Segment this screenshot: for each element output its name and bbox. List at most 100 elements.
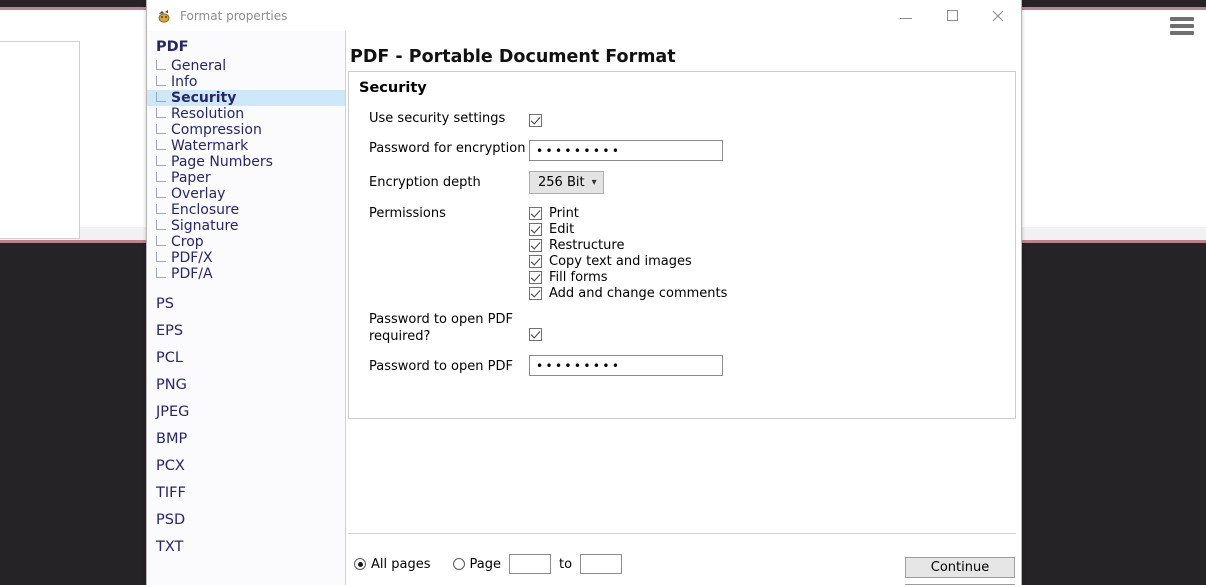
sidebar-item-eps[interactable]: EPS [147,317,345,344]
permission-edit-checkbox[interactable] [529,222,542,236]
sidebar-item-paper[interactable]: Paper [147,170,345,186]
permissions-label: Permissions [369,206,446,221]
format-properties-dialog: Format properties PDF General Info Secur… [146,0,1022,585]
close-icon [992,10,1004,21]
sidebar-item-enclosure[interactable]: Enclosure [147,202,345,218]
use-security-label: Use security settings [369,111,506,126]
page-label: Page [469,556,501,572]
sidebar-item-compression[interactable]: Compression [147,122,345,138]
dialog-action-buttons: Continue Cancel [905,557,1015,585]
encryption-depth-select[interactable]: 256 Bit ▾ [529,171,604,194]
permission-label: Fill forms [549,269,608,285]
close-button[interactable] [975,0,1021,31]
sidebar-item-security[interactable]: Security [147,90,345,106]
sidebar-item-ps[interactable]: PS [147,290,345,317]
footer-divider [348,533,1016,534]
sidebar-item-crop[interactable]: Crop [147,234,345,250]
sidebar-item-txt[interactable]: TXT [147,533,345,560]
page-range-row: All pages Page to [354,554,623,574]
tree-branch-icon [156,235,166,246]
sidebar-item-label: General [171,58,227,74]
all-pages-label: All pages [371,556,431,572]
password-open-control: ••••••••• [529,355,1015,376]
permission-print[interactable]: Print [529,205,1015,221]
sidebar-item-watermark[interactable]: Watermark [147,138,345,154]
password-open-required-checkbox[interactable] [529,328,542,341]
sidebar-item-label: Signature [171,218,239,234]
password-encryption-label: Password for encryption [369,141,526,156]
password-open-required-label: Password to open PDF required? [369,312,513,344]
sidebar-item-png[interactable]: PNG [147,371,345,398]
tree-branch-icon [156,59,166,70]
minimize-icon [900,18,912,19]
sidebar-item-resolution[interactable]: Resolution [147,106,345,122]
hamburger-line [1170,24,1194,28]
row-password-encryption: Password for encryption ••••••••• [349,140,1015,161]
permission-fill-forms-checkbox[interactable] [529,270,542,284]
sidebar-item-psd[interactable]: PSD [147,506,345,533]
page-to-label: to [558,556,573,572]
sidebar-item-pdf-x[interactable]: PDF/X [147,250,345,266]
sidebar-item-label: Enclosure [171,202,240,218]
continue-button[interactable]: Continue [905,557,1015,578]
sidebar-item-label: Watermark [171,138,249,154]
sidebar-item-label: PDF/A [171,266,213,282]
permission-print-checkbox[interactable] [529,206,542,220]
sidebar-item-pcl[interactable]: PCL [147,344,345,371]
permission-label: Edit [549,221,575,237]
password-encryption-input[interactable]: ••••••••• [529,140,723,161]
minimize-button[interactable] [883,0,929,31]
encryption-depth-value: 256 Bit [538,175,585,190]
dialog-footer: All pages Page to Profiles: Good quality… [346,541,1021,585]
all-pages-radio[interactable] [354,558,366,570]
app-icon [155,7,172,24]
sidebar-item-label: Crop [171,234,204,250]
page-range-radio[interactable] [452,558,465,570]
page-from-input[interactable] [508,554,551,574]
permission-copy-checkbox[interactable] [529,254,542,268]
hamburger-menu-icon[interactable] [1170,17,1194,35]
permission-add-and-change-comments[interactable]: Add and change comments [529,285,1015,301]
row-use-security: Use security settings [349,110,1015,129]
sidebar-item-overlay[interactable]: Overlay [147,186,345,202]
tree-branch-icon [156,171,166,182]
sidebar-item-label: Page Numbers [171,154,273,170]
sidebar-item-label: PDF/X [171,250,213,266]
password-encryption-value: ••••••••• [536,143,622,158]
sidebar-item-label: Security [171,90,237,106]
maximize-button[interactable] [929,0,975,31]
sidebar-item-tiff[interactable]: TIFF [147,479,345,506]
format-content-pane: PDF - Portable Document Format Security … [346,31,1021,585]
sidebar-item-info[interactable]: Info [147,74,345,90]
format-sidebar[interactable]: PDF General Info Security Resolution Com… [147,31,346,585]
page-to-input[interactable] [580,554,623,574]
tree-branch-icon [156,139,166,150]
permission-restructure[interactable]: Restructure [529,237,1015,253]
sidebar-item-label: Compression [171,122,262,138]
permission-label: Add and change comments [549,285,728,301]
permission-comments-checkbox[interactable] [529,286,542,300]
permission-restructure-checkbox[interactable] [529,238,542,252]
sidebar-item-general[interactable]: General [147,58,345,74]
permission-copy-text-and-images[interactable]: Copy text and images [529,253,1015,269]
sidebar-item-page-numbers[interactable]: Page Numbers [147,154,345,170]
sidebar-item-jpeg[interactable]: JPEG [147,398,345,425]
sidebar-item-pdf-a[interactable]: PDF/A [147,266,345,282]
tree-branch-icon [156,203,166,214]
sidebar-item-label: Overlay [171,186,226,202]
sidebar-item-bmp[interactable]: BMP [147,425,345,452]
tree-branch-icon [156,251,166,262]
maximize-icon [946,10,958,21]
row-password-open: Password to open PDF ••••••••• [349,355,1015,376]
sidebar-item-signature[interactable]: Signature [147,218,345,234]
sidebar-item-pcx[interactable]: PCX [147,452,345,479]
permission-edit[interactable]: Edit [529,221,1015,237]
permission-fill-forms[interactable]: Fill forms [529,269,1015,285]
password-open-input[interactable]: ••••••••• [529,355,723,376]
dialog-body: PDF General Info Security Resolution Com… [147,31,1021,585]
screen: Format properties PDF General Info Secur… [0,0,1206,585]
encryption-depth-control: 256 Bit ▾ [529,171,1015,194]
password-open-required-control [529,311,1015,343]
sidebar-group-pdf[interactable]: PDF [147,36,345,58]
use-security-checkbox[interactable] [529,114,542,127]
